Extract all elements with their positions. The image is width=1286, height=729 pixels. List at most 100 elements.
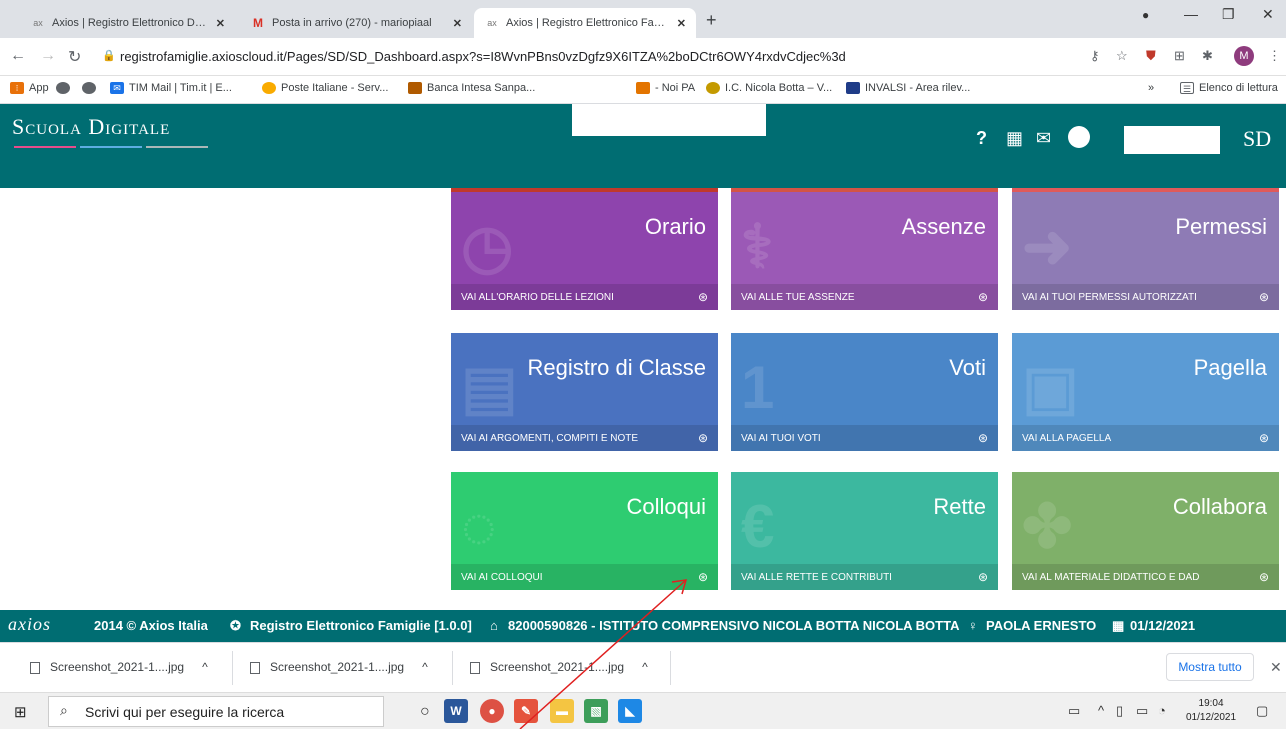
arrow-right-circle-icon[interactable]: ⊛ — [698, 290, 708, 304]
tile-colloqui[interactable]: ◌ Colloqui VAI AI COLLOQUI ⊛ — [451, 472, 718, 590]
reload-button[interactable]: ↻ — [68, 47, 81, 67]
tile-link[interactable]: VAI AL MATERIALE DIDATTICO E DAD — [1022, 572, 1259, 583]
building-icon[interactable]: ▦ — [1006, 128, 1023, 149]
network-icon[interactable]: ▭ — [1136, 703, 1148, 719]
extensions-puzzle-icon[interactable]: ✱ — [1202, 48, 1213, 64]
arrow-right-circle-icon[interactable]: ⊛ — [1259, 570, 1269, 584]
bookmark-noipa[interactable]: - Noi PA — [636, 82, 695, 94]
arrow-right-circle-icon[interactable]: ⊛ — [1259, 290, 1269, 304]
photos-app-icon[interactable]: ▧ — [584, 699, 608, 723]
photo-viewer-icon[interactable]: ◣ — [618, 699, 642, 723]
tile-orario[interactable]: ◷ Orario VAI ALL'ORARIO DELLE LEZIONI ⊛ — [451, 192, 718, 310]
close-downloads-icon[interactable]: ✕ — [1270, 659, 1282, 676]
tile-link[interactable]: VAI ALLE TUE ASSENZE — [741, 292, 978, 303]
ublock-extension-icon[interactable]: ⛊ — [1146, 48, 1156, 64]
extension-grid-icon[interactable]: ⊞ — [1174, 48, 1185, 64]
windows-start-icon[interactable]: ⊞ — [14, 703, 27, 721]
bank-icon — [408, 82, 422, 94]
tile-link[interactable]: VAI AI TUOI PERMESSI AUTORIZZATI — [1022, 292, 1259, 303]
paint-app-icon[interactable]: ✎ — [514, 699, 538, 723]
browser-record-icon[interactable]: ● — [1142, 8, 1149, 22]
browser-menu-icon[interactable]: ⋮ — [1268, 48, 1281, 64]
task-view-icon[interactable]: ▭ — [1068, 703, 1080, 719]
tile-link[interactable]: VAI ALLA PAGELLA — [1022, 433, 1259, 444]
arrow-right-circle-icon[interactable]: ⊛ — [698, 570, 708, 584]
tile-link-bar[interactable]: VAI ALLE RETTE E CONTRIBUTI ⊛ — [731, 564, 998, 590]
close-tab-icon[interactable]: ✕ — [216, 17, 225, 30]
bookmark-item[interactable] — [82, 82, 101, 94]
home-icon: ⌂ — [490, 618, 498, 633]
tile-link-bar[interactable]: VAI AI TUOI VOTI ⊛ — [731, 425, 998, 451]
profile-avatar[interactable]: M — [1234, 46, 1254, 66]
tile-link-bar[interactable]: VAI ALLE TUE ASSENZE ⊛ — [731, 284, 998, 310]
tile-link[interactable]: VAI AI TUOI VOTI — [741, 433, 978, 444]
tile-assenze[interactable]: ⚕ Assenze VAI ALLE TUE ASSENZE ⊛ — [731, 192, 998, 310]
tile-pagella[interactable]: ▣ Pagella VAI ALLA PAGELLA ⊛ — [1012, 333, 1279, 451]
taskbar-clock[interactable]: 19:04 01/12/2021 — [1186, 697, 1236, 725]
new-tab-button[interactable]: + — [706, 10, 717, 31]
tile-link[interactable]: VAI AI COLLOQUI — [461, 572, 698, 583]
bookmark-invalsi[interactable]: INVALSI - Area rilev... — [846, 82, 970, 94]
cortana-icon[interactable]: ○ — [420, 703, 430, 721]
tile-link[interactable]: VAI ALLE RETTE E CONTRIBUTI — [741, 572, 978, 583]
bookmark-poste[interactable]: Poste Italiane - Serv... — [262, 82, 388, 94]
close-tab-icon[interactable]: ✕ — [677, 17, 686, 30]
tile-registro-di-classe[interactable]: ▤ Registro di Classe VAI AI ARGOMENTI, C… — [451, 333, 718, 451]
chrome-app-icon[interactable]: ● — [480, 699, 504, 723]
tile-rette[interactable]: € Rette VAI ALLE RETTE E CONTRIBUTI ⊛ — [731, 472, 998, 590]
arrow-right-circle-icon[interactable]: ⊛ — [978, 431, 988, 445]
tile-voti[interactable]: 1 Voti VAI AI TUOI VOTI ⊛ — [731, 333, 998, 451]
close-tab-icon[interactable]: ✕ — [453, 17, 462, 30]
word-app-icon[interactable]: W — [444, 699, 468, 723]
tile-link-bar[interactable]: VAI AI ARGOMENTI, COMPITI E NOTE ⊛ — [451, 425, 718, 451]
maximize-button[interactable]: ❐ — [1222, 6, 1235, 23]
arrow-right-circle-icon[interactable]: ⊛ — [698, 431, 708, 445]
arrow-right-circle-icon[interactable]: ⊛ — [978, 290, 988, 304]
bookmark-apps[interactable]: ⁝ App — [10, 82, 49, 94]
bookmark-tim-mail[interactable]: ✉ TIM Mail | Tim.it | E... — [110, 82, 232, 94]
tile-link[interactable]: VAI ALL'ORARIO DELLE LEZIONI — [461, 292, 698, 303]
tile-link-bar[interactable]: VAI AI TUOI PERMESSI AUTORIZZATI ⊛ — [1012, 284, 1279, 310]
back-button[interactable]: ← — [10, 47, 26, 65]
browser-tab[interactable]: M Posta in arrivo (270) - mariopiaal ✕ — [240, 8, 472, 38]
notifications-icon[interactable]: ▢ — [1256, 703, 1268, 719]
bookmark-item[interactable] — [56, 82, 75, 94]
close-window-button[interactable]: ✕ — [1262, 6, 1274, 23]
forward-button[interactable]: → — [40, 47, 56, 65]
minimize-button[interactable]: — — [1184, 6, 1198, 22]
tile-collabora[interactable]: ✤ Collabora VAI AL MATERIALE DIDATTICO E… — [1012, 472, 1279, 590]
wifi-icon[interactable]: ◔ — [1158, 703, 1166, 718]
tile-permessi[interactable]: ➜ Permessi VAI AI TUOI PERMESSI AUTORIZZ… — [1012, 192, 1279, 310]
show-all-downloads-button[interactable]: Mostra tutto — [1166, 653, 1254, 681]
chevron-up-icon[interactable]: ^ — [422, 660, 428, 674]
arrow-right-circle-icon[interactable]: ⊛ — [978, 570, 988, 584]
download-item[interactable]: Screenshot_2021-1....jpg ^ — [30, 660, 208, 674]
footer-user[interactable]: PAOLA ERNESTO — [986, 618, 1096, 633]
download-item[interactable]: Screenshot_2021-1....jpg ^ — [250, 660, 428, 674]
tile-link[interactable]: VAI AI ARGOMENTI, COMPITI E NOTE — [461, 433, 698, 444]
user-avatar[interactable] — [1068, 126, 1090, 148]
download-item[interactable]: Screenshot_2021-1....jpg ^ — [470, 660, 648, 674]
address-bar[interactable]: registrofamiglie.axioscloud.it/Pages/SD/… — [120, 49, 846, 64]
chevron-up-icon[interactable]: ^ — [202, 660, 208, 674]
battery-icon[interactable]: ▯ — [1116, 703, 1123, 719]
file-explorer-icon[interactable]: ▬ — [550, 699, 574, 723]
tile-link-bar[interactable]: VAI AL MATERIALE DIDATTICO E DAD ⊛ — [1012, 564, 1279, 590]
tray-chevron-icon[interactable]: ^ — [1098, 703, 1104, 718]
reading-list-button[interactable]: ☰ Elenco di lettura — [1180, 82, 1278, 94]
tile-link-bar[interactable]: VAI ALLA PAGELLA ⊛ — [1012, 425, 1279, 451]
key-icon[interactable]: ⚷ — [1090, 48, 1100, 64]
bookmarks-overflow-button[interactable]: » — [1148, 82, 1154, 94]
tile-link-bar[interactable]: VAI AI COLLOQUI ⊛ — [451, 564, 718, 590]
bookmark-star-icon[interactable]: ☆ — [1116, 48, 1128, 64]
chevron-up-icon[interactable]: ^ — [642, 660, 648, 674]
browser-tab-active[interactable]: ax Axios | Registro Elettronico Famig ✕ — [474, 8, 696, 38]
browser-tab[interactable]: ax Axios | Registro Elettronico Doce ✕ — [20, 8, 235, 38]
bookmark-icbotta[interactable]: I.C. Nicola Botta – V... — [706, 82, 832, 94]
help-icon[interactable]: ? — [976, 128, 987, 149]
mail-open-icon[interactable]: ✉ — [1036, 128, 1051, 149]
taskbar-search-input[interactable]: Scrivi qui per eseguire la ricerca — [48, 696, 384, 727]
bookmark-intesa[interactable]: Banca Intesa Sanpa... — [408, 82, 535, 94]
arrow-right-circle-icon[interactable]: ⊛ — [1259, 431, 1269, 445]
tile-link-bar[interactable]: VAI ALL'ORARIO DELLE LEZIONI ⊛ — [451, 284, 718, 310]
